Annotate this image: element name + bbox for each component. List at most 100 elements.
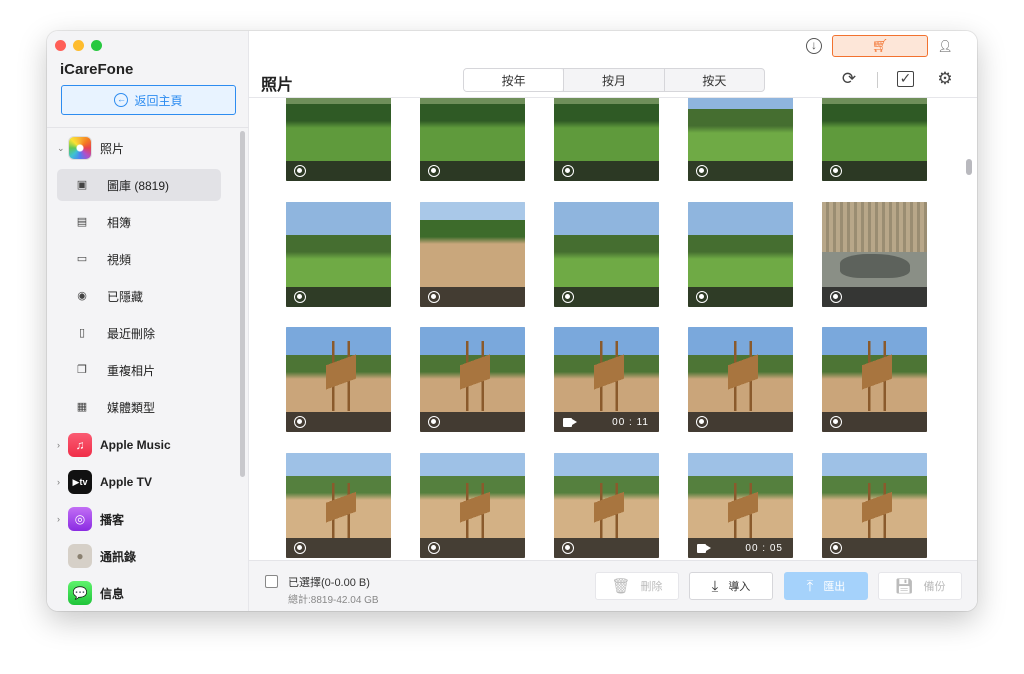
photo-trees bbox=[420, 104, 525, 128]
giraffe-figure bbox=[862, 483, 892, 538]
sidebar-item-label: 圖庫 (8819) bbox=[107, 178, 170, 193]
sidebar-scrollbar[interactable] bbox=[240, 131, 245, 477]
photo-thumbnail[interactable] bbox=[286, 98, 391, 181]
photo-trees bbox=[554, 104, 659, 128]
photo-thumbnail[interactable] bbox=[688, 98, 793, 181]
thumbnail-info-bar bbox=[688, 412, 793, 432]
select-all-checkbox[interactable] bbox=[265, 575, 278, 588]
zoom-window-button[interactable] bbox=[91, 40, 102, 51]
photo-thumbnail[interactable] bbox=[688, 327, 793, 432]
sidebar-item-recently-deleted[interactable]: ▯ 最近刪除 bbox=[57, 317, 221, 349]
video-camera-icon bbox=[697, 544, 711, 553]
select-calendar-icon[interactable]: ✓ bbox=[897, 71, 914, 87]
sidebar-item-duplicates[interactable]: ❐ 重複相片 bbox=[57, 354, 221, 386]
photo-trees bbox=[822, 104, 927, 128]
duplicate-icon: ❐ bbox=[77, 364, 87, 376]
minimize-window-button[interactable] bbox=[73, 40, 84, 51]
delete-button[interactable]: 🗑︎ 刪除 bbox=[595, 572, 679, 600]
cart-button[interactable]: 🛒︎ bbox=[832, 35, 928, 57]
title-bar: ↓ 🛒︎ 👤︎ bbox=[249, 31, 977, 61]
photo-thumbnail[interactable] bbox=[420, 453, 525, 558]
home-button[interactable]: ← 返回主頁 bbox=[61, 85, 236, 115]
sidebar-item-videos[interactable]: ▭ 視頻 bbox=[57, 243, 221, 275]
sidebar-item-label: 重複相片 bbox=[107, 363, 156, 378]
camera-icon bbox=[428, 542, 440, 554]
sidebar-item-label: 照片 bbox=[100, 141, 125, 156]
tab-by-year[interactable]: 按年 bbox=[464, 69, 564, 91]
sidebar-item-hidden[interactable]: ◉ 已隱藏 bbox=[57, 280, 221, 312]
photo-thumbnail[interactable] bbox=[554, 453, 659, 558]
import-button[interactable]: ⤓ 導入 bbox=[689, 572, 773, 600]
tab-by-day[interactable]: 按天 bbox=[663, 69, 764, 91]
sidebar-item-label: 相簿 bbox=[107, 215, 132, 230]
photo-thumbnail[interactable] bbox=[822, 453, 927, 558]
camera-icon bbox=[696, 165, 708, 177]
sidebar-item-label: 已隱藏 bbox=[107, 289, 144, 304]
sidebar-item-label: 媒體類型 bbox=[107, 400, 156, 415]
thumbnail-info-bar bbox=[420, 287, 525, 307]
sidebar-item-contacts[interactable]: ● 通訊錄 bbox=[47, 540, 237, 572]
sidebar-item-media-types[interactable]: ▦ 媒體類型 bbox=[57, 391, 221, 423]
backup-label: 備份 bbox=[923, 581, 946, 593]
backup-icon: 💾︎ bbox=[894, 578, 914, 595]
photo-thumbnail[interactable] bbox=[420, 98, 525, 181]
trash-icon: 🗑︎ bbox=[611, 578, 631, 595]
chevron-right-icon[interactable]: › bbox=[57, 440, 60, 450]
selected-info: 已選擇(0-0.00 B) bbox=[288, 577, 370, 589]
chevron-right-icon[interactable]: › bbox=[57, 514, 60, 524]
sidebar-item-gallery[interactable]: ▣ 圖庫 (8819) bbox=[57, 169, 221, 201]
sidebar-item-label: 信息 bbox=[100, 586, 125, 601]
photo-thumbnail[interactable] bbox=[420, 202, 525, 307]
trash-icon: ▯ bbox=[78, 327, 86, 339]
tab-by-month[interactable]: 按月 bbox=[563, 69, 663, 91]
photo-thumbnail[interactable] bbox=[822, 202, 927, 307]
user-icon[interactable]: 👤︎ bbox=[937, 38, 953, 54]
photo-thumbnail[interactable] bbox=[286, 202, 391, 307]
download-icon[interactable]: ↓ bbox=[806, 38, 822, 54]
sidebar-item-podcasts[interactable]: › ◎ 播客 bbox=[47, 503, 237, 535]
sidebar-item-apple-music[interactable]: › ♫ Apple Music bbox=[47, 429, 237, 461]
thumbnail-info-bar bbox=[822, 161, 927, 181]
fence bbox=[822, 202, 927, 252]
photo-thumbnail[interactable] bbox=[554, 202, 659, 307]
photo-thumbnail[interactable] bbox=[822, 327, 927, 432]
chevron-down-icon[interactable]: ⌄ bbox=[57, 143, 65, 154]
camera-icon bbox=[294, 165, 306, 177]
refresh-icon[interactable]: ⟳ bbox=[839, 69, 859, 89]
thumbnail-info-bar bbox=[554, 287, 659, 307]
photo-trees bbox=[688, 109, 793, 133]
thumbnail-info-bar bbox=[286, 412, 391, 432]
giraffe-figure bbox=[594, 483, 624, 538]
view-segmented-control: 按年 按月 按天 bbox=[463, 68, 765, 92]
backup-button[interactable]: 💾︎ 備份 bbox=[878, 572, 962, 600]
sidebar-item-apple-tv[interactable]: › ▶tv Apple TV bbox=[47, 466, 237, 498]
gear-icon[interactable]: ⚙ bbox=[935, 69, 955, 89]
close-window-button[interactable] bbox=[55, 40, 66, 51]
sidebar-item-albums[interactable]: ▤ 相簿 bbox=[57, 206, 221, 238]
photo-thumbnail[interactable]: 00 : 11 bbox=[554, 327, 659, 432]
camera-icon bbox=[562, 165, 574, 177]
thumbnail-info-bar bbox=[822, 538, 927, 558]
photos-app-icon bbox=[68, 136, 92, 160]
sidebar-item-photos[interactable]: ⌄ 照片 bbox=[47, 132, 237, 164]
export-button[interactable]: ⤒ 匯出 bbox=[784, 572, 868, 600]
thumbnail-info-bar bbox=[688, 287, 793, 307]
camera-icon bbox=[428, 165, 440, 177]
photo-thumbnail[interactable]: 00 : 05 bbox=[688, 453, 793, 558]
export-icon: ⤒ bbox=[806, 577, 814, 595]
app-title: iCareFone bbox=[60, 61, 134, 78]
camera-icon bbox=[294, 291, 306, 303]
thumbnail-info-bar bbox=[420, 161, 525, 181]
photo-thumbnail[interactable] bbox=[688, 202, 793, 307]
photo-thumbnail[interactable] bbox=[286, 327, 391, 432]
photo-thumbnail[interactable] bbox=[822, 98, 927, 181]
photo-thumbnail[interactable] bbox=[286, 453, 391, 558]
photo-thumbnail[interactable] bbox=[554, 98, 659, 181]
toolbar-divider bbox=[877, 72, 878, 88]
photo-thumbnail[interactable] bbox=[420, 327, 525, 432]
chevron-right-icon[interactable]: › bbox=[57, 477, 60, 487]
sidebar-item-messages[interactable]: 💬 信息 bbox=[47, 577, 237, 609]
thumbnail-info-bar: 00 : 11 bbox=[554, 412, 659, 432]
camera-icon bbox=[696, 416, 708, 428]
main-scrollbar[interactable] bbox=[966, 159, 972, 175]
